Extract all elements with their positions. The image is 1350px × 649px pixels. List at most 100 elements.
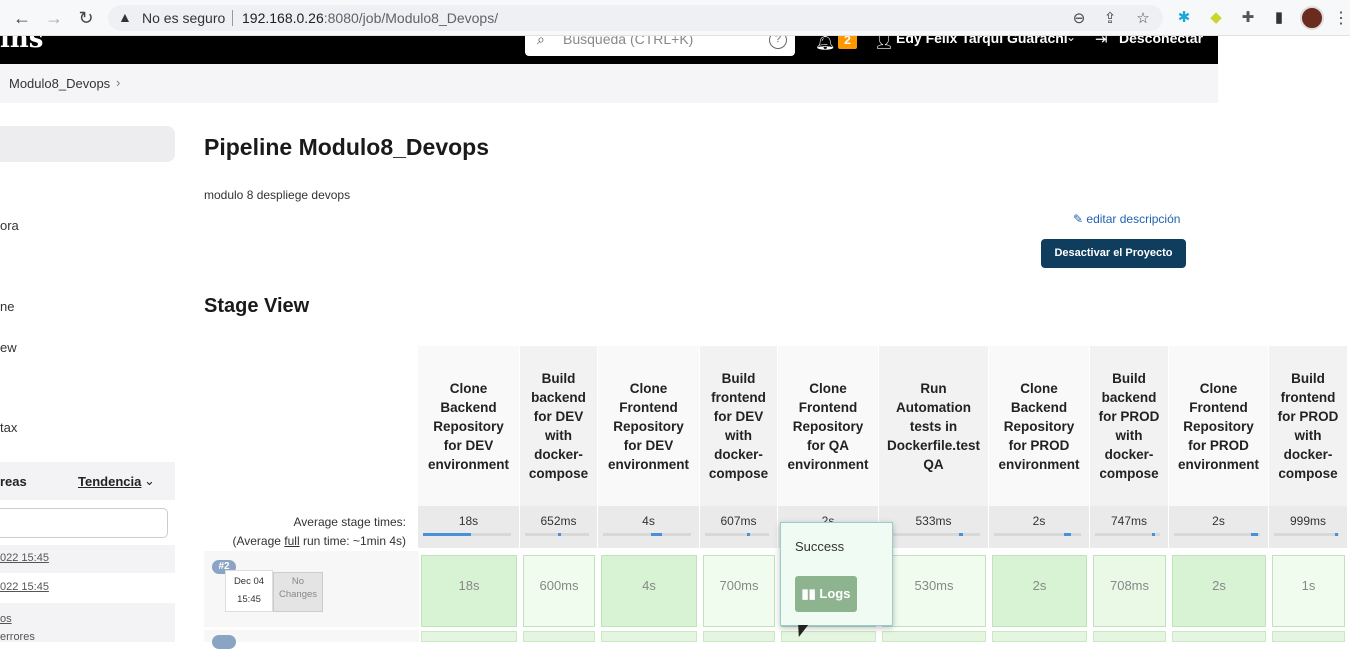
sidebar-item-4[interactable]: tax [0, 420, 17, 435]
zoom-icon[interactable]: ⊖ [1070, 9, 1088, 27]
breadcrumb: Modulo8_Devops › [0, 64, 1218, 103]
sidepanel-icon[interactable]: ▮ [1270, 9, 1288, 27]
build-row-header [204, 630, 419, 642]
stage-header: Clone Frontend Repository for DEV enviro… [598, 346, 700, 506]
no-changes-badge: No Changes [273, 572, 323, 612]
stage-result-cell[interactable]: 530ms [882, 555, 986, 627]
back-icon[interactable]: ← [12, 8, 32, 28]
stage-result-cell[interactable]: 4s [601, 555, 697, 627]
avg-stage-time: 4s [598, 506, 700, 548]
logs-button[interactable]: ▮▮ Logs [795, 576, 857, 612]
omnibox-separator [232, 10, 233, 26]
stage-result-cell[interactable]: 18s [421, 555, 517, 627]
chevron-down-icon[interactable]: ⌄ [1066, 36, 1076, 44]
popup-status: Success [795, 539, 845, 554]
build-link-1[interactable]: 022 15:45 [0, 581, 49, 593]
stage-result-cell[interactable]: 700ms [703, 555, 775, 627]
address-bar[interactable]: ▲ No es seguro 192.168.0.26:8080/job/Mod… [108, 5, 1163, 31]
stage-header: Clone Backend Repository for PROD enviro… [989, 346, 1090, 506]
trend-link[interactable]: Tendencia [78, 474, 141, 489]
sidebar-item-1[interactable]: ora [0, 218, 19, 233]
disable-project-button[interactable]: Desactivar el Proyecto [1041, 239, 1186, 268]
stage-result-cell[interactable]: 2s [1172, 555, 1266, 627]
avg-stage-time: 747ms [1090, 506, 1169, 548]
chevron-right-icon[interactable]: › [116, 75, 120, 90]
stage-result-cell[interactable]: 1s [1272, 555, 1345, 627]
stage-result-cell[interactable] [1172, 631, 1266, 642]
stage-header: Clone Frontend Repository for PROD envir… [1169, 346, 1269, 506]
profile-avatar[interactable] [1300, 6, 1324, 30]
atom-feed-link[interactable]: os [0, 613, 12, 625]
insecure-label[interactable]: No es seguro [142, 10, 225, 26]
jenkins-header: ins ⌕ Búsqueda (CTRL+K) ? 🔔︎ 2 👤︎ Edy Fe… [0, 36, 1218, 64]
sidebar-item-2[interactable]: ne [0, 299, 14, 314]
build-number-badge[interactable] [212, 635, 236, 649]
avg-stage-time: 2s [1169, 506, 1269, 548]
build-history-title: reas [0, 474, 27, 489]
edit-description-link[interactable]: ✎ editar descripción [1073, 212, 1180, 226]
avg-stage-time: 533ms [879, 506, 989, 548]
search-icon: ⌕ [537, 36, 545, 47]
bell-icon[interactable]: 🔔︎ [815, 36, 835, 52]
stage-result-cell[interactable] [601, 631, 697, 642]
page-title: Pipeline Modulo8_Devops [204, 134, 489, 160]
stage-result-cell[interactable]: 600ms [523, 555, 595, 627]
browser-toolbar: ← → ↻ ▲ No es seguro 192.168.0.26:8080/j… [0, 0, 1350, 36]
build-link-2[interactable]: 022 15:45 [0, 552, 49, 564]
failures-link[interactable]: errores [0, 631, 35, 643]
stage-header: Build frontend for PROD with docker-comp… [1269, 346, 1348, 506]
job-description: modulo 8 despliege devops [204, 188, 351, 202]
star-icon[interactable]: ☆ [1134, 9, 1152, 27]
user-name-link[interactable]: Edy Felix Tarqui Guarachi [896, 36, 1068, 46]
build-filter-input[interactable] [0, 508, 168, 538]
stage-status-popup: Success ▮▮ Logs [780, 522, 893, 626]
logout-link[interactable]: Desconectar [1119, 36, 1203, 46]
stage-result-cell[interactable] [523, 631, 595, 642]
help-icon[interactable]: ? [769, 36, 787, 49]
avg-stage-time: 999ms [1269, 506, 1348, 548]
stage-result-cell[interactable] [1093, 631, 1166, 642]
stage-header: Build backend for DEV with docker-compos… [520, 346, 598, 506]
average-times-label: Average stage times: (Average full run t… [232, 515, 406, 548]
sidebar-item-3[interactable]: ew [0, 340, 17, 355]
bar-chart-icon: ▮▮ [801, 586, 820, 601]
extension-icon-2[interactable]: ◆ [1207, 9, 1225, 27]
pencil-icon: ✎ [1073, 212, 1087, 226]
url-text[interactable]: 192.168.0.26:8080/job/Modulo8_Devops/ [242, 10, 498, 26]
stage-header: Clone Backend Repository for DEV environ… [418, 346, 520, 506]
extension-icon[interactable]: ✱ [1175, 9, 1193, 27]
menu-icon[interactable]: ⋮ [1333, 8, 1349, 28]
stage-result-cell[interactable]: 2s [992, 555, 1087, 627]
stage-result-cell[interactable] [1272, 631, 1345, 642]
share-icon[interactable]: ⇪ [1101, 9, 1119, 27]
stage-result-cell[interactable] [421, 631, 517, 642]
stage-result-cell[interactable]: 708ms [1093, 555, 1166, 627]
stage-header: Build backend for PROD with docker-compo… [1090, 346, 1169, 506]
jenkins-logo[interactable]: ins [0, 36, 43, 54]
search-input[interactable]: ⌕ Búsqueda (CTRL+K) ? [525, 36, 795, 56]
full-run-link[interactable]: full [284, 534, 299, 548]
warning-icon: ▲ [118, 9, 132, 25]
reload-icon[interactable]: ↻ [76, 8, 96, 28]
avg-stage-time: 607ms [700, 506, 778, 548]
logout-icon[interactable]: ⇥ [1095, 36, 1108, 48]
avg-stage-time: 652ms [520, 506, 598, 548]
stage-header: Run Automation tests in Dockerfile.test … [879, 346, 989, 506]
breadcrumb-item-job[interactable]: Modulo8_Devops [9, 76, 110, 91]
sidebar-item-status[interactable] [0, 126, 175, 162]
puzzle-icon[interactable]: ✚ [1239, 9, 1257, 27]
notification-badge[interactable]: 2 [838, 36, 857, 49]
stage-view-title: Stage View [204, 295, 310, 317]
stage-header: Clone Frontend Repository for QA environ… [778, 346, 879, 506]
search-placeholder: Búsqueda (CTRL+K) [563, 36, 694, 47]
forward-icon[interactable]: → [44, 8, 64, 28]
stage-result-cell[interactable] [882, 631, 986, 642]
user-icon: 👤︎ [874, 36, 895, 50]
avg-stage-time: 2s [989, 506, 1090, 548]
build-date: Dec 04 15:45 [225, 570, 273, 612]
stage-header: Build frontend for DEV with docker-compo… [700, 346, 778, 506]
avg-stage-time: 18s [418, 506, 520, 548]
chevron-down-icon[interactable]: ⌄ [144, 473, 155, 489]
stage-result-cell[interactable] [992, 631, 1087, 642]
stage-result-cell[interactable] [703, 631, 775, 642]
